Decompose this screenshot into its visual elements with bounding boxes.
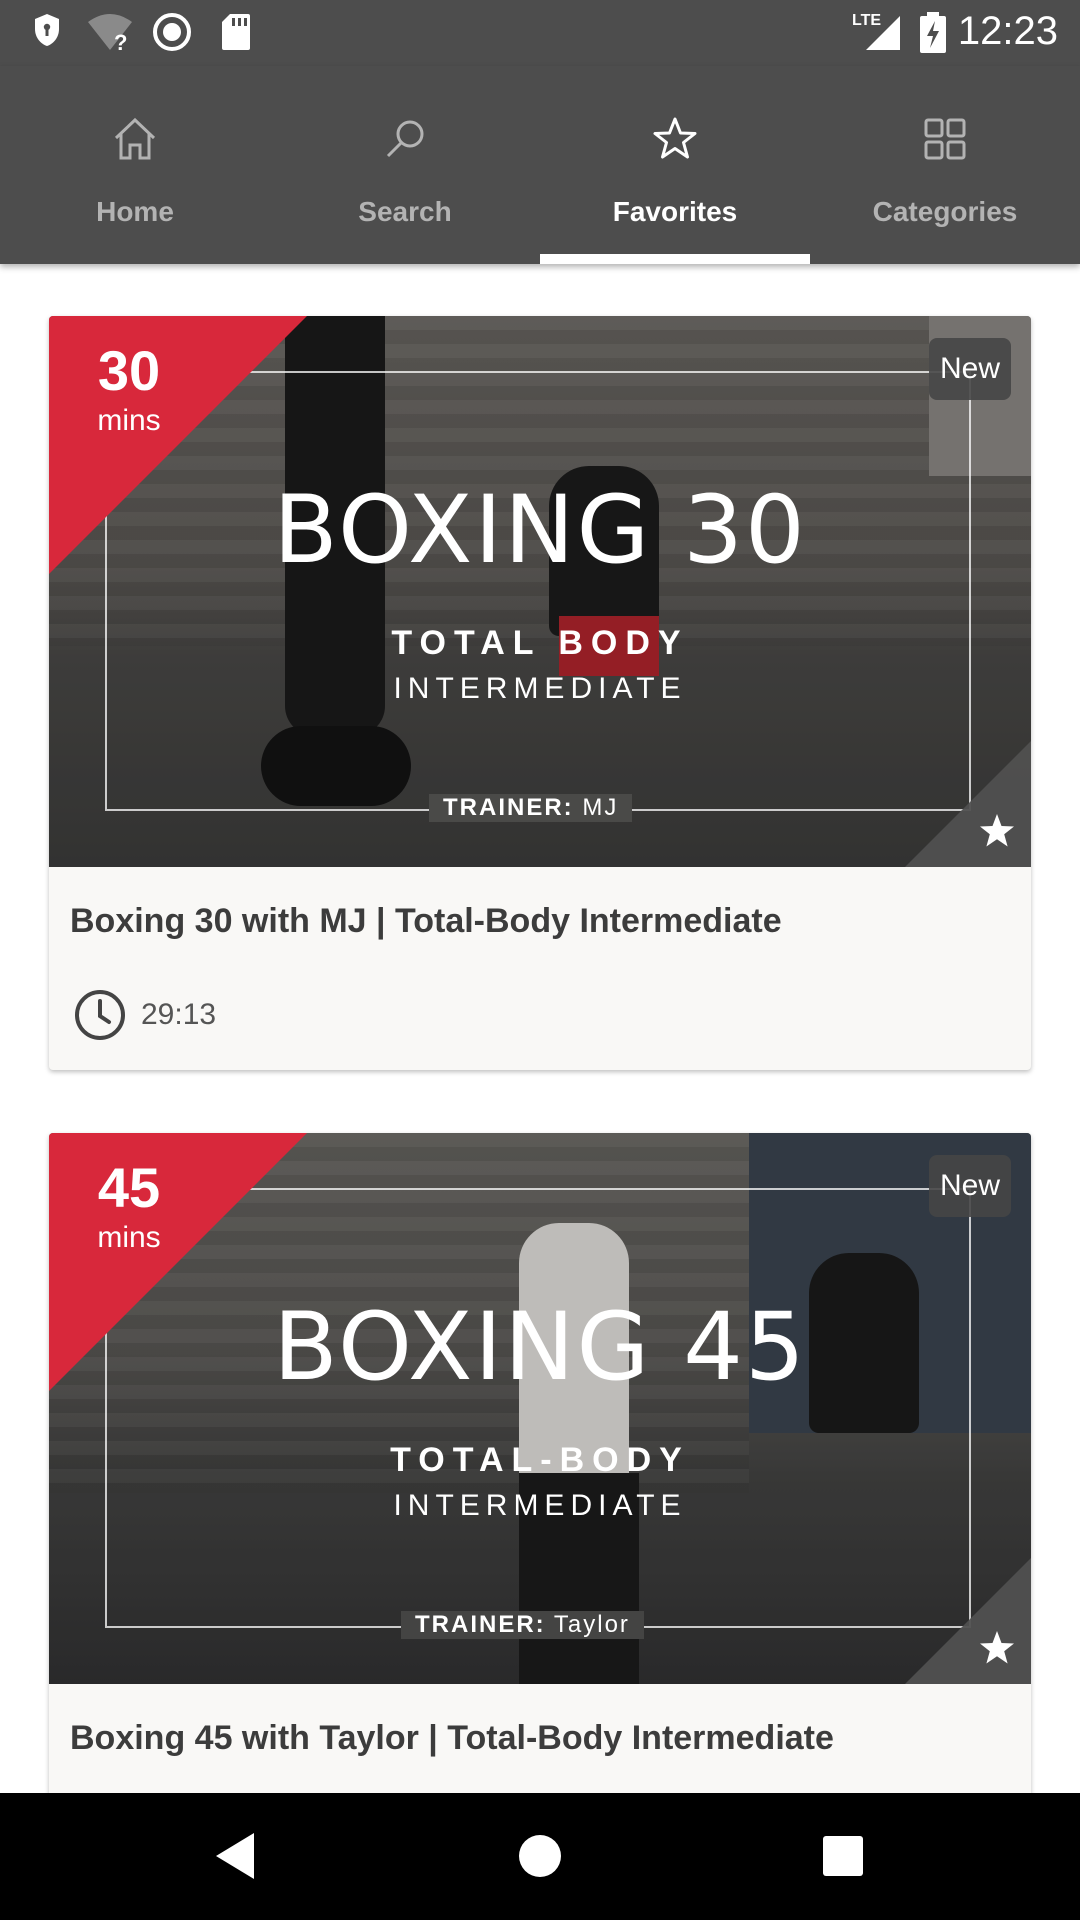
back-icon[interactable] (200, 1821, 270, 1891)
thumbnail-level: INTERMEDIATE (393, 672, 687, 705)
active-tab-indicator (540, 254, 810, 264)
trainer-label: TRAINER: (415, 1611, 546, 1638)
new-badge: New (929, 338, 1011, 400)
tab-home-label: Home (96, 196, 174, 227)
trainer-name: MJ (582, 794, 619, 821)
tab-favorites-label: Favorites (612, 196, 738, 227)
tab-categories-label: Categories (872, 196, 1018, 227)
svg-text:?: ? (114, 30, 127, 52)
recents-square-icon[interactable] (808, 1821, 878, 1891)
grid-icon (924, 118, 966, 160)
tab-search-label: Search (358, 196, 452, 227)
new-badge: New (929, 1155, 1011, 1217)
ribbon-minutes-label: mins (97, 404, 161, 437)
ribbon-minutes: 30 (97, 339, 161, 402)
favorites-list[interactable]: BOXING 30 TOTAL BODY INTERMEDIATE TRAINE… (0, 264, 1080, 1793)
home-icon (114, 117, 156, 160)
workout-thumbnail[interactable]: BOXING 45 TOTAL-BODY INTERMEDIATE TRAINE… (49, 1133, 1031, 1684)
shield-icon (35, 14, 59, 46)
thumbnail-subline: TOTAL-BODY (390, 1441, 690, 1479)
workout-card[interactable]: BOXING 45 TOTAL-BODY INTERMEDIATE TRAINE… (49, 1133, 1031, 1793)
search-icon (386, 120, 424, 158)
system-nav-bar (0, 1793, 1080, 1920)
trainer-label: TRAINER: (443, 794, 574, 821)
tab-favorites[interactable]: Favorites (540, 66, 810, 264)
sd-card-icon (222, 14, 250, 50)
top-tab-bar: Home Search Favorites Categories (0, 66, 1080, 264)
star-outline-icon (653, 117, 697, 159)
sync-circle-icon (153, 13, 191, 51)
duration-text: 29:13 (141, 998, 217, 1031)
workout-thumbnail[interactable]: BOXING 30 TOTAL BODY INTERMEDIATE TRAINE… (49, 316, 1031, 867)
tab-categories[interactable]: Categories (810, 66, 1080, 264)
thumbnail-subline: TOTAL BODY (391, 624, 689, 662)
workout-card[interactable]: BOXING 30 TOTAL BODY INTERMEDIATE TRAINE… (49, 316, 1031, 1070)
wifi-unknown-icon: ? (88, 14, 132, 52)
ribbon-minutes-label: mins (97, 1221, 161, 1254)
workout-title[interactable]: Boxing 45 with Taylor | Total-Body Inter… (70, 1719, 834, 1758)
thumbnail-trainer: TRAINER: Taylor (401, 1611, 644, 1639)
thumbnail-trainer: TRAINER: MJ (429, 794, 633, 822)
clock-icon (75, 990, 125, 1040)
thumbnail-level: INTERMEDIATE (393, 1489, 687, 1522)
battery-charging-icon (920, 12, 946, 53)
favorite-star-icon[interactable] (977, 1628, 1017, 1668)
trainer-name: Taylor (553, 1611, 630, 1638)
tab-home[interactable]: Home (0, 66, 270, 264)
status-bar: ? LTE 12:23 (0, 0, 1080, 66)
app-screen: ? LTE 12:23 Home Search Favorites Catego… (0, 0, 1080, 1920)
favorite-star-icon[interactable] (977, 811, 1017, 851)
workout-title[interactable]: Boxing 30 with MJ | Total-Body Intermedi… (70, 902, 782, 941)
home-circle-icon[interactable] (505, 1821, 575, 1891)
status-time: 12:23 (957, 9, 1058, 53)
ribbon-minutes: 45 (97, 1156, 161, 1219)
signal-icon (866, 16, 900, 50)
tab-search[interactable]: Search (270, 66, 540, 264)
